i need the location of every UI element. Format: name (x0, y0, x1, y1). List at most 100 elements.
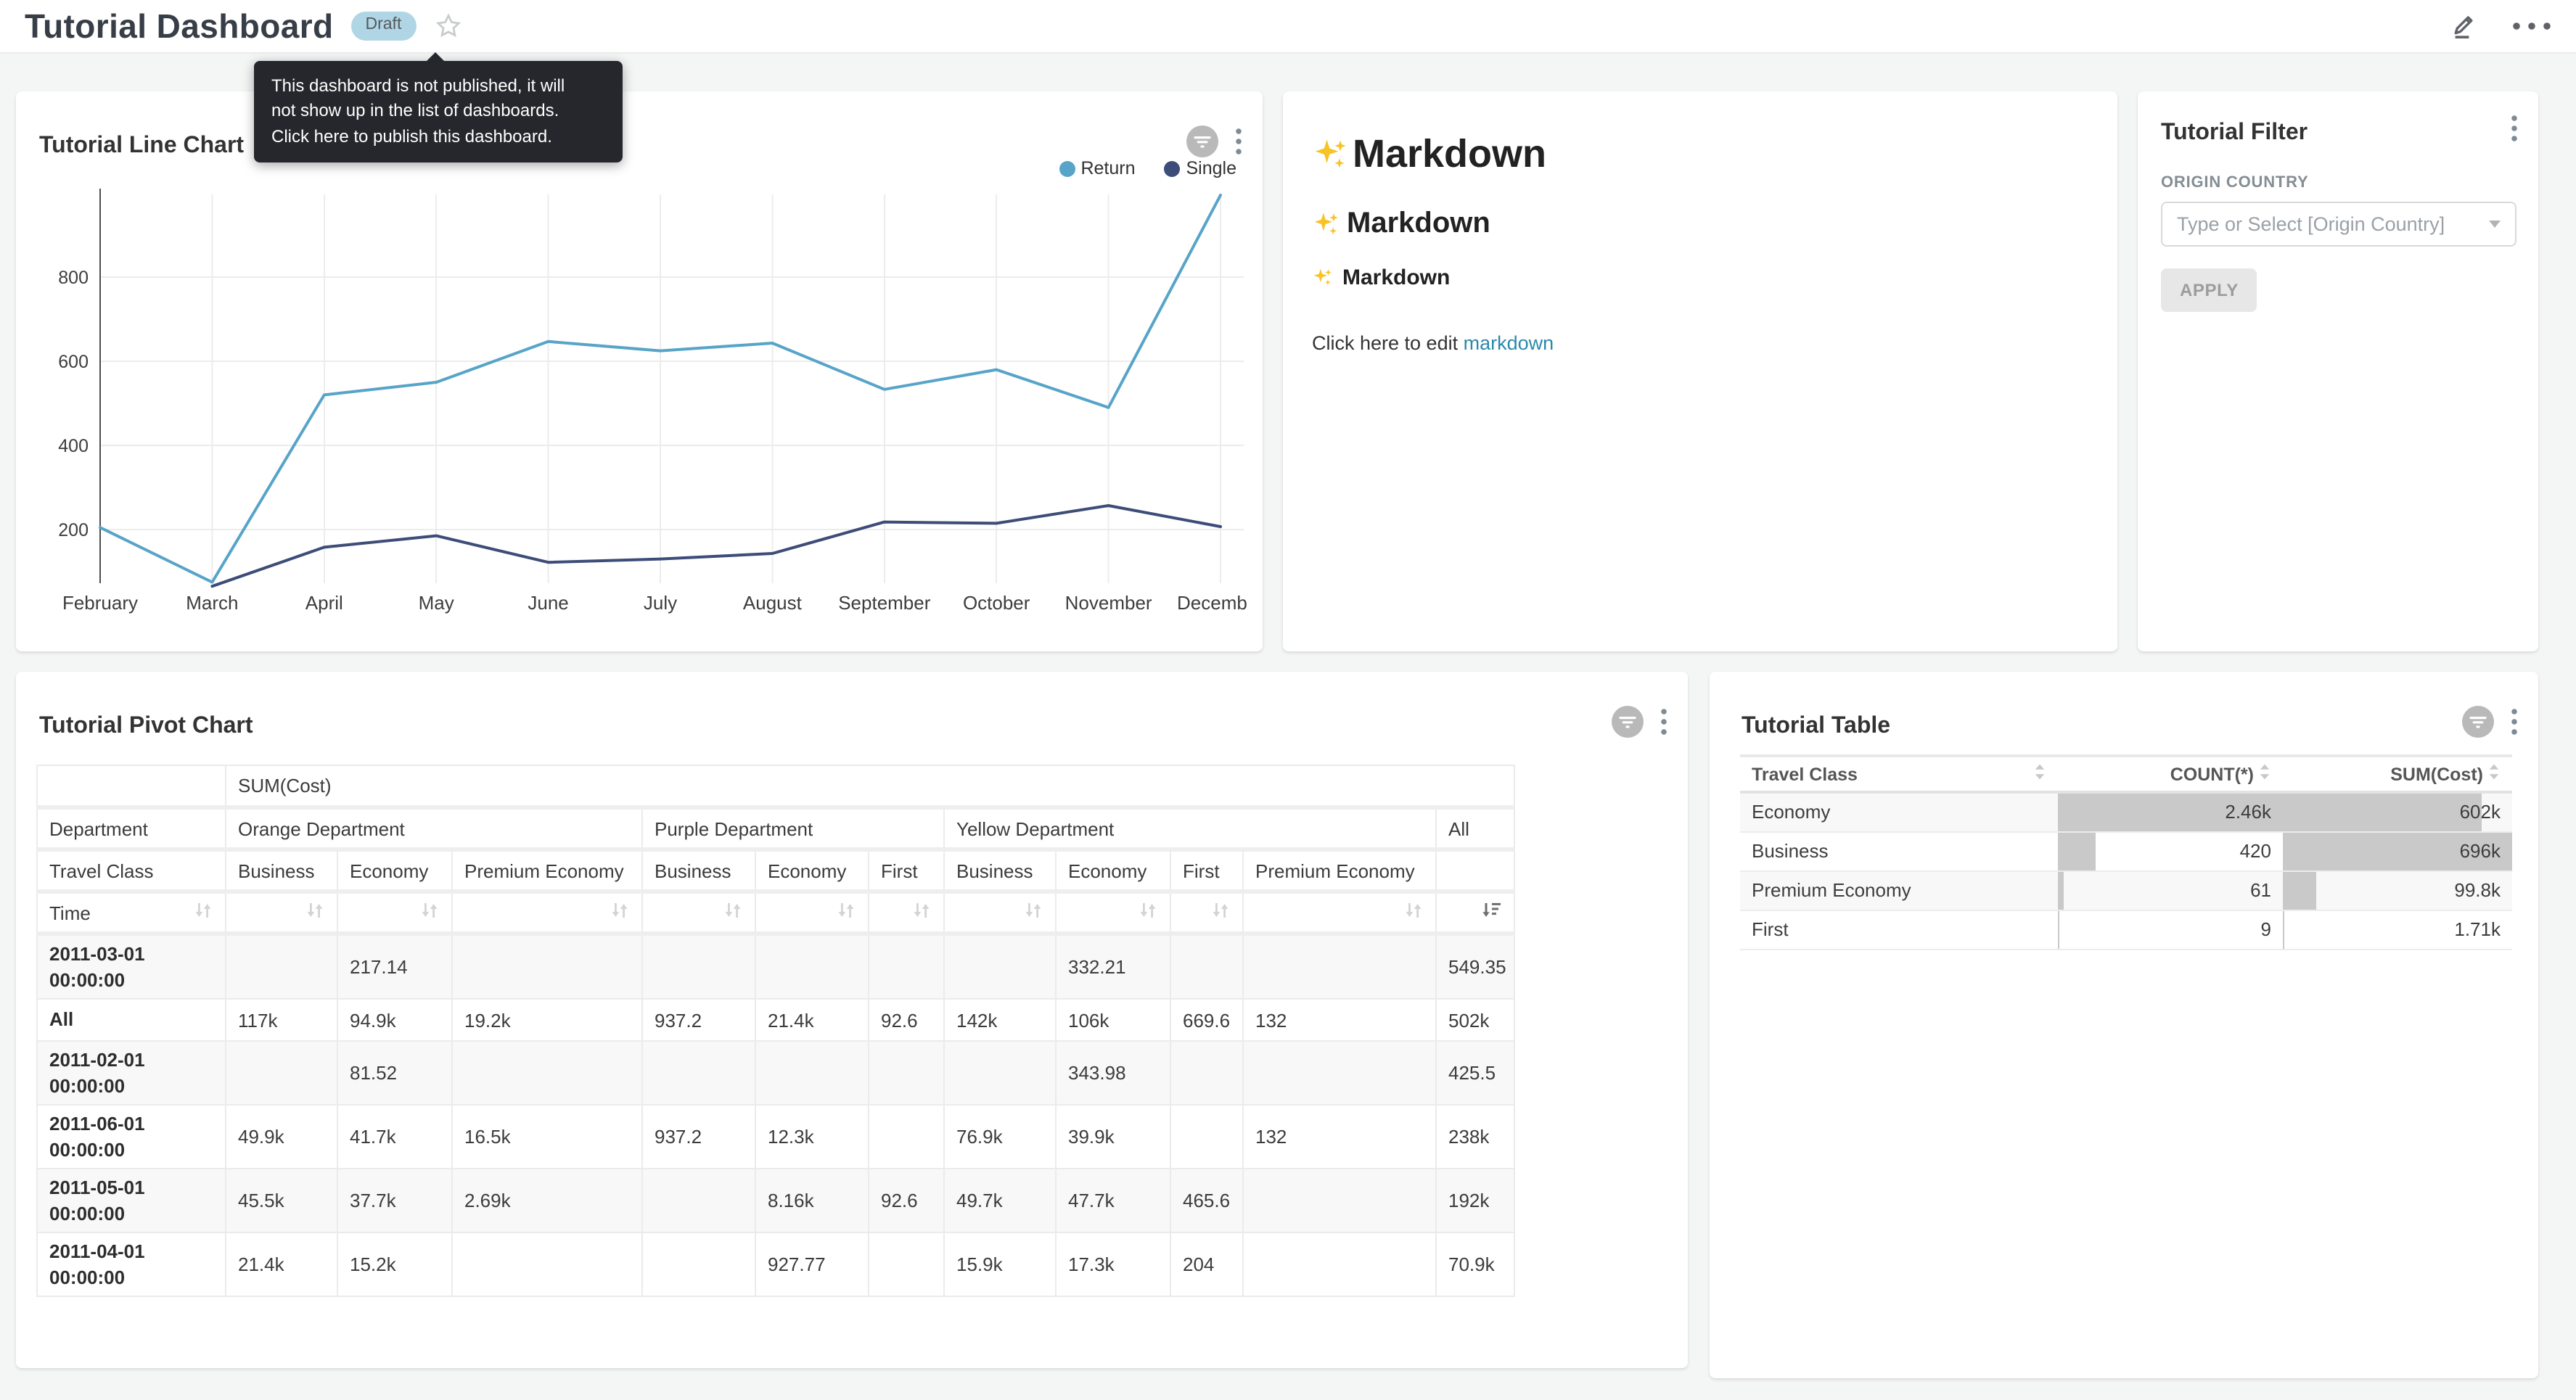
sort-caret-icon[interactable] (2487, 763, 2501, 785)
pivot-value-cell: 204 (1170, 1233, 1243, 1297)
sort-icon[interactable] (610, 902, 630, 924)
chart-kebab-menu-icon[interactable] (1235, 128, 1242, 162)
travel-class-cell: Business (1740, 831, 2058, 870)
sort-icon[interactable] (1138, 902, 1158, 924)
draft-status-badge[interactable]: Draft (351, 12, 417, 41)
pivot-class-header: First (869, 849, 944, 892)
pivot-value-cell (1170, 934, 1243, 999)
pivot-corner-cell (37, 765, 226, 807)
pivot-value-cell: 21.4k (226, 1233, 337, 1297)
draft-tooltip[interactable]: This dashboard is not published, it will… (254, 61, 623, 162)
sort-icon[interactable] (836, 902, 856, 924)
pivot-value-cell: 142k (944, 999, 1056, 1041)
pivot-value-cell: 937.2 (642, 999, 755, 1041)
pivot-class-header: Economy (337, 849, 452, 892)
pivot-value-cell: 41.7k (337, 1105, 452, 1169)
pivot-value-cell: 17.3k (1056, 1233, 1170, 1297)
pivot-table: SUM(Cost)DepartmentOrange DepartmentPurp… (36, 765, 1515, 1298)
pivot-value-cell: 927.77 (755, 1233, 869, 1297)
sort-icon[interactable] (1210, 902, 1231, 924)
legend-item-single[interactable]: Single (1165, 158, 1237, 178)
table-row: Premium Economy6199.8k (1740, 870, 2512, 910)
sum-cost-cell: 602k (2283, 792, 2512, 831)
pivot-row-header: All (37, 999, 226, 1041)
markdown-edit-link[interactable]: markdown (1464, 332, 1554, 354)
pivot-sort-header[interactable] (226, 892, 337, 934)
pivot-row: 2011-05-0100:00:0045.5k37.7k2.69k8.16k92… (37, 1169, 1514, 1233)
pivot-sort-header[interactable] (869, 892, 944, 934)
pivot-all-header: All (1436, 807, 1514, 849)
column-header-count[interactable]: COUNT(*) (2058, 756, 2283, 792)
origin-country-label: ORIGIN COUNTRY (2161, 174, 2309, 192)
y-axis-label: 800 (58, 268, 89, 288)
pivot-sort-header[interactable] (1170, 892, 1243, 934)
x-axis-label: December (1177, 592, 1247, 614)
pivot-value-cell: 19.2k (452, 999, 642, 1041)
legend-item-return[interactable]: Return (1059, 158, 1135, 178)
sort-caret-icon[interactable] (2033, 763, 2046, 785)
filter-indicator-icon[interactable] (2461, 705, 2495, 746)
pivot-sort-header[interactable] (1243, 892, 1436, 934)
pivot-group-header: Yellow Department (944, 807, 1436, 849)
pivot-class-header: First (1170, 849, 1243, 892)
pivot-value-cell: 937.2 (642, 1105, 755, 1169)
chart-legend[interactable]: Return Single (1059, 158, 1236, 178)
pivot-dimension-label: Department (37, 807, 226, 849)
pivot-sort-header[interactable] (944, 892, 1056, 934)
filter-indicator-icon[interactable] (1611, 705, 1644, 746)
apply-filter-button[interactable]: APPLY (2161, 268, 2257, 312)
pivot-value-cell: 47.7k (1056, 1169, 1170, 1233)
pivot-time-sort-header[interactable]: Time (37, 892, 226, 934)
travel-class-cell: Premium Economy (1740, 870, 2058, 910)
pivot-value-cell: 39.9k (1056, 1105, 1170, 1169)
value-bar (2283, 794, 2481, 831)
edit-dashboard-button[interactable] (2450, 11, 2480, 41)
pivot-sort-header[interactable] (1056, 892, 1170, 934)
pivot-chart-title: Tutorial Pivot Chart (39, 714, 253, 740)
pivot-value-cell (452, 1233, 642, 1297)
value-bar (2283, 871, 2315, 909)
markdown-panel: Markdown Markdown Markdown Click here to… (1283, 91, 2117, 651)
sort-icon[interactable] (419, 902, 440, 924)
sort-icon[interactable] (305, 902, 325, 924)
travel-class-cell: Economy (1740, 792, 2058, 831)
chart-kebab-menu-icon[interactable] (1660, 708, 1668, 743)
pivot-value-cell: 70.9k (1436, 1233, 1514, 1297)
sort-icon[interactable] (723, 902, 743, 924)
pivot-sort-header[interactable] (755, 892, 869, 934)
page-title: Tutorial Dashboard (25, 7, 334, 46)
data-table: Travel ClassCOUNT(*)SUM(Cost) Economy2.46… (1740, 754, 2512, 950)
pivot-class-header: Premium Economy (1243, 849, 1436, 892)
sort-icon[interactable] (193, 901, 213, 924)
favorite-star-icon[interactable] (435, 13, 461, 39)
pivot-value-cell: 21.4k (755, 999, 869, 1041)
count-cell: 2.46k (2058, 792, 2283, 831)
sum-cost-cell: 99.8k (2283, 870, 2512, 910)
pivot-value-cell: 37.7k (337, 1169, 452, 1233)
pivot-value-cell (1170, 1105, 1243, 1169)
pivot-row: 2011-03-0100:00:00217.14332.21549.35 (37, 934, 1514, 999)
pivot-value-cell (1243, 1041, 1436, 1105)
sort-icon[interactable] (911, 902, 932, 924)
pivot-sort-header[interactable] (337, 892, 452, 934)
column-header-travel-class[interactable]: Travel Class (1740, 756, 2058, 792)
column-header-sum-cost[interactable]: SUM(Cost) (2283, 756, 2512, 792)
sort-caret-icon[interactable] (2258, 763, 2271, 785)
pivot-sort-header[interactable] (452, 892, 642, 934)
filter-kebab-menu-icon[interactable] (2511, 115, 2518, 149)
pivot-value-cell (452, 1041, 642, 1105)
pivot-value-cell (1243, 1169, 1436, 1233)
sort-desc-icon[interactable] (1480, 902, 1502, 924)
sparkles-icon (1312, 136, 1350, 173)
origin-country-select[interactable]: Type or Select [Origin Country] (2161, 202, 2516, 247)
pivot-sort-header[interactable] (642, 892, 755, 934)
x-axis-label: April (305, 592, 343, 614)
sort-icon[interactable] (1403, 902, 1424, 924)
chart-kebab-menu-icon[interactable] (2511, 708, 2518, 743)
value-bar (2058, 871, 2064, 909)
pivot-value-cell: 49.9k (226, 1105, 337, 1169)
sort-icon[interactable] (1023, 902, 1043, 924)
pivot-value-cell (755, 1041, 869, 1105)
more-actions-icon[interactable] (2512, 22, 2551, 30)
pivot-sort-header-active[interactable] (1436, 892, 1514, 934)
